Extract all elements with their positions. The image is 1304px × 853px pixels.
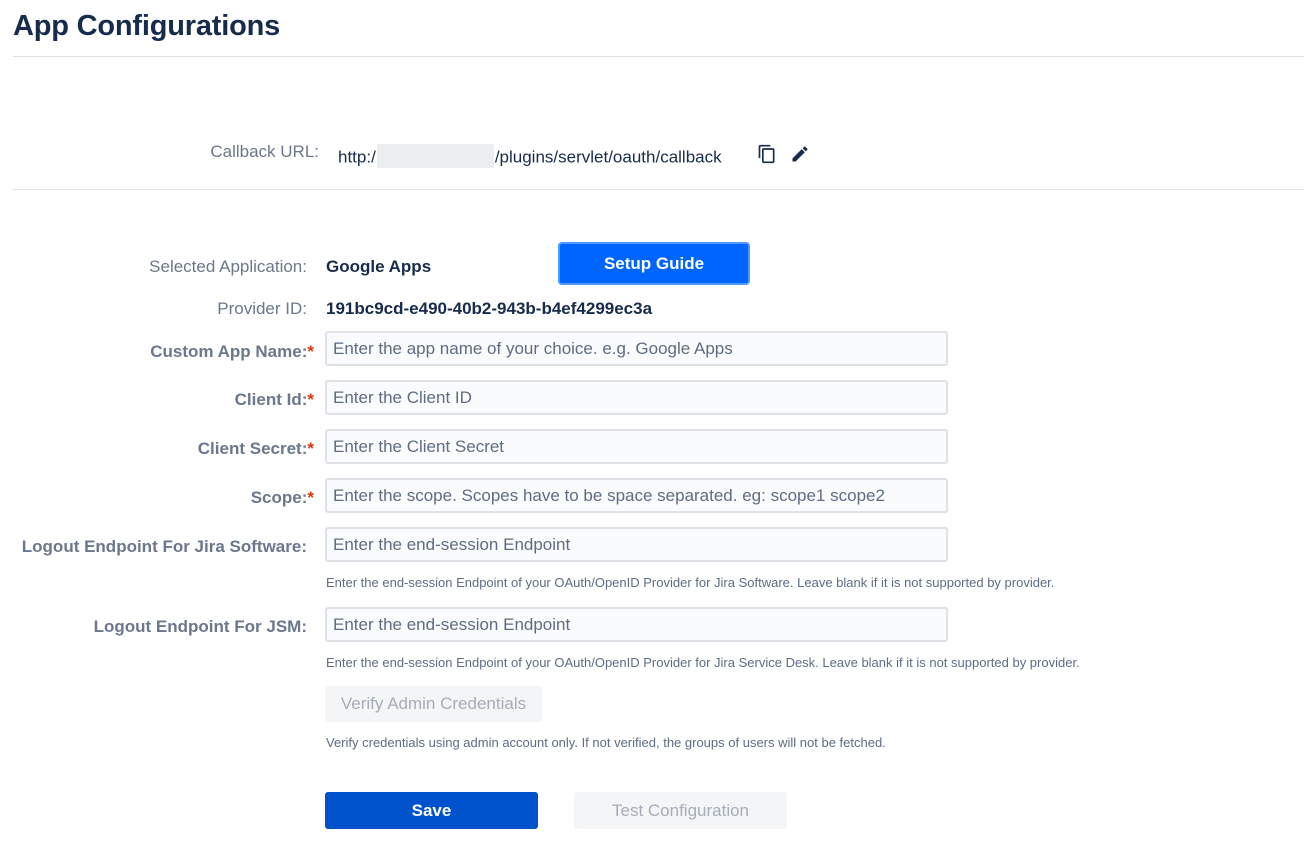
custom-app-name-input[interactable] bbox=[325, 331, 948, 366]
custom-app-name-label-text: Custom App Name: bbox=[150, 342, 308, 361]
callback-url-suffix: /plugins/servlet/oauth/callback bbox=[494, 147, 722, 167]
provider-id-value: 191bc9cd-e490-40b2-943b-b4ef4299ec3a bbox=[326, 299, 653, 318]
callback-url: http:/ /plugins/servlet/oauth/callback bbox=[338, 144, 722, 170]
selected-application-value: Google Apps bbox=[326, 257, 432, 276]
required-mark: * bbox=[307, 342, 314, 361]
callback-url-label: Callback URL: bbox=[210, 142, 319, 161]
required-mark: * bbox=[307, 439, 314, 458]
provider-id-label: Provider ID: bbox=[217, 299, 307, 318]
callback-divider bbox=[13, 189, 1304, 190]
test-configuration-button[interactable]: Test Configuration bbox=[574, 792, 787, 829]
client-secret-label: Client Secret:* bbox=[198, 439, 314, 459]
logout-endpoint-jsm-label: Logout Endpoint For JSM: bbox=[93, 617, 307, 636]
logout-endpoint-jira-label: Logout Endpoint For Jira Software: bbox=[21, 537, 307, 556]
title-divider bbox=[13, 56, 1304, 57]
scope-label-text: Scope: bbox=[250, 488, 308, 507]
required-mark: * bbox=[307, 390, 314, 409]
copy-icon[interactable] bbox=[757, 144, 777, 164]
scope-input[interactable] bbox=[325, 478, 948, 513]
save-button[interactable]: Save bbox=[325, 792, 538, 829]
custom-app-name-label: Custom App Name:* bbox=[150, 342, 314, 362]
required-mark: * bbox=[307, 488, 314, 507]
callback-url-prefix: http:/ bbox=[338, 147, 376, 167]
client-id-input[interactable] bbox=[325, 380, 948, 415]
client-id-label-text: Client Id: bbox=[234, 390, 308, 409]
setup-guide-button[interactable]: Setup Guide bbox=[558, 242, 750, 285]
logout-endpoint-jira-help: Enter the end-session Endpoint of your O… bbox=[326, 575, 1055, 590]
selected-application-label: Selected Application: bbox=[149, 257, 307, 276]
logout-endpoint-jsm-help: Enter the end-session Endpoint of your O… bbox=[326, 655, 1080, 670]
redacted-host bbox=[376, 144, 494, 168]
logout-endpoint-jsm-input[interactable] bbox=[325, 607, 948, 642]
client-secret-label-text: Client Secret: bbox=[197, 439, 308, 458]
client-secret-input[interactable] bbox=[325, 429, 948, 464]
verify-admin-credentials-button[interactable]: Verify Admin Credentials bbox=[325, 686, 542, 722]
pencil-icon[interactable] bbox=[790, 144, 810, 164]
logout-endpoint-jira-input[interactable] bbox=[325, 527, 948, 562]
client-id-label: Client Id:* bbox=[235, 390, 314, 410]
page-title: App Configurations bbox=[13, 10, 281, 42]
verify-admin-credentials-help: Verify credentials using admin account o… bbox=[326, 735, 886, 750]
scope-label: Scope:* bbox=[251, 488, 314, 508]
